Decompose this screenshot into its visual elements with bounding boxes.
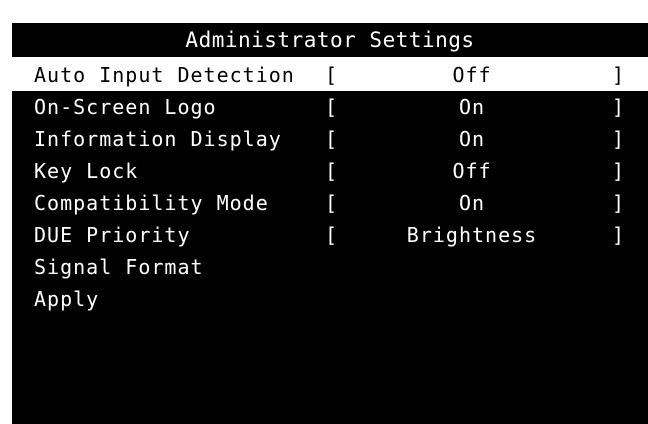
menu-item-label: Auto Input Detection (34, 63, 295, 87)
menu-item-value: On (458, 95, 486, 119)
menu-item-label: Apply (34, 287, 100, 311)
menu-item-label: Information Display (34, 127, 282, 151)
bracket-right: ] (612, 95, 626, 119)
menu-item-on-screen-logo[interactable]: On-Screen Logo [ On ] (12, 91, 648, 123)
menu-item-value: Off (452, 159, 492, 183)
menu-item-value: On (458, 191, 486, 215)
menu-item-label: On-Screen Logo (34, 95, 217, 119)
menu-item-label: DUE Priority (34, 223, 191, 247)
bracket-right: ] (612, 191, 626, 215)
menu-item-signal-format[interactable]: Signal Format (12, 251, 648, 283)
menu-item-auto-input-detection[interactable]: Auto Input Detection [ Off ] (12, 59, 648, 91)
menu-item-information-display[interactable]: Information Display [ On ] (12, 123, 648, 155)
menu-item-compatibility-mode[interactable]: Compatibility Mode [ On ] (12, 187, 648, 219)
osd-menu-panel: Administrator Settings Auto Input Detect… (12, 23, 648, 424)
bracket-right: ] (612, 159, 626, 183)
menu-item-value: Brightness (406, 223, 538, 247)
bracket-right: ] (612, 223, 626, 247)
menu-item-apply[interactable]: Apply (12, 283, 648, 315)
menu-item-label: Signal Format (34, 255, 204, 279)
bracket-right: ] (612, 127, 626, 151)
menu-item-due-priority[interactable]: DUE Priority [ Brightness ] (12, 219, 648, 251)
menu-title: Administrator Settings (12, 23, 648, 59)
menu-item-label: Compatibility Mode (34, 191, 269, 215)
menu-item-value: On (458, 127, 486, 151)
bracket-right: ] (612, 63, 626, 87)
menu-item-key-lock[interactable]: Key Lock [ Off ] (12, 155, 648, 187)
menu-item-value: Off (452, 63, 492, 87)
menu-item-label: Key Lock (34, 159, 139, 183)
